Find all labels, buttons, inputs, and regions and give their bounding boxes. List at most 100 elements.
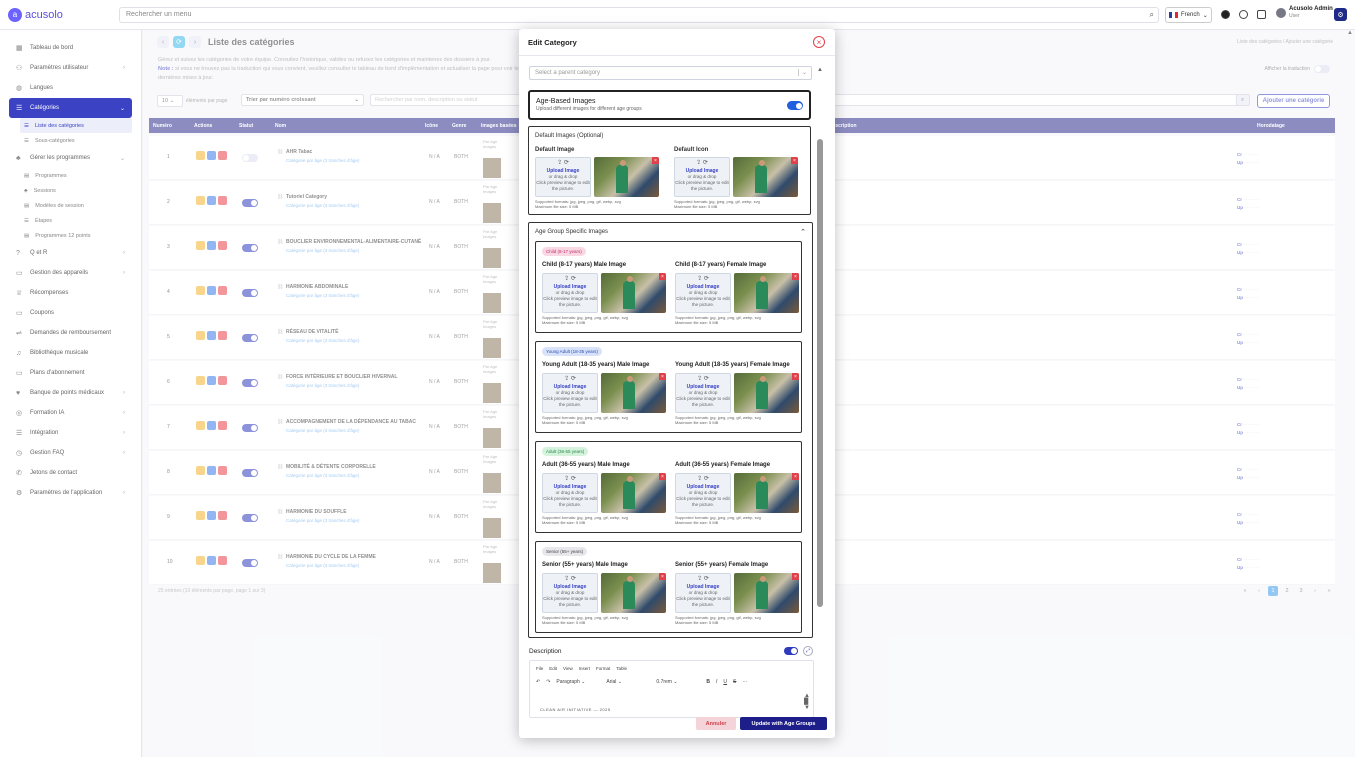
underline-icon[interactable]: U (723, 679, 727, 685)
italic-icon[interactable]: I (716, 679, 717, 685)
sidebar-item-coupons[interactable]: ▭ Coupons (0, 303, 141, 323)
scroll-up-icon[interactable]: ▲ (817, 67, 823, 73)
sidebar-item-integration[interactable]: ☰ Intégration › (0, 423, 141, 443)
sidebar-sub-subcategories[interactable]: ☰ Sous-catégories (0, 133, 141, 148)
bold-icon[interactable]: B (706, 679, 710, 685)
theme-icon[interactable] (1221, 10, 1230, 19)
upload-dropzone[interactable]: ⇪ ⟳ Upload Image or drag & drop Click previ… (675, 473, 731, 513)
menu-file[interactable]: File (536, 666, 543, 671)
image-preview[interactable]: × (733, 157, 798, 197)
age-based-toggle[interactable] (787, 101, 803, 110)
image-preview[interactable]: × (734, 373, 799, 413)
sidebar-item-rewards[interactable]: ♕ Récompenses (0, 283, 141, 303)
menu-view[interactable]: View (563, 666, 573, 671)
sidebar-sub-sessions[interactable]: ♣ Sessions (0, 183, 141, 198)
font-size-select[interactable]: 0.7rem ⌄ (656, 679, 700, 685)
upload-dropzone[interactable]: ⇪ ⟳ Upload Image or drag & drop Click previ… (542, 573, 598, 613)
sidebar-item-qa[interactable]: ? Q et R › (0, 243, 141, 263)
sidebar-sub-programs[interactable]: ▤ Programmes (0, 168, 141, 183)
menu-format[interactable]: Format (596, 666, 610, 671)
font-select[interactable]: Arial ⌄ (606, 679, 650, 685)
upload-dropzone[interactable]: ⇪ ⟳ Upload Image or drag & drop Click previ… (542, 473, 598, 513)
sidebar-item-programs[interactable]: ♣ Gérer les programmes ⌄ (0, 148, 141, 168)
sidebar-sub-steps[interactable]: ☰ Étapes (0, 213, 141, 228)
sidebar-item-user-settings[interactable]: ⚇ Paramètres utilisateur › (0, 58, 141, 78)
menu-edit[interactable]: Edit (549, 666, 557, 671)
upload-dropzone[interactable]: ⇪ ⟳ Upload Image or drag & drop Click previ… (675, 273, 731, 313)
page-scroll-up-icon[interactable]: ▲ (1347, 30, 1353, 36)
image-preview[interactable]: × (594, 157, 659, 197)
remove-icon[interactable]: × (659, 273, 666, 280)
remove-icon[interactable]: × (659, 373, 666, 380)
redo-icon[interactable]: ↷ (546, 679, 550, 685)
remove-icon[interactable]: × (792, 373, 799, 380)
fullscreen-icon[interactable] (1257, 10, 1266, 19)
divider (519, 55, 835, 56)
editor-content[interactable]: CLEAN AIR INITIATIVE — 2025 (540, 707, 611, 712)
description-toggle[interactable] (784, 647, 798, 655)
remove-icon[interactable]: × (659, 473, 666, 480)
menu-search-input[interactable]: Rechercher un menu ⌕ (119, 7, 1159, 23)
cancel-button[interactable]: Annuler (696, 717, 736, 730)
ai-icon: ◎ (16, 410, 23, 417)
editor-scrollbar[interactable]: ▲ █ ▼ (804, 693, 810, 711)
parent-category-select[interactable]: Select a parent category ⌄ (529, 66, 812, 80)
image-preview[interactable]: × (734, 573, 799, 613)
sidebar-item-devices[interactable]: ▭ Gestion des appareils › (0, 263, 141, 283)
settings-icon[interactable] (1239, 10, 1248, 19)
menu-insert[interactable]: Insert (579, 666, 590, 671)
sidebar-item-ai-training[interactable]: ◎ Formation IA › (0, 403, 141, 423)
sidebar-item-faq[interactable]: ◷ Gestion FAQ › (0, 443, 141, 463)
close-icon[interactable]: × (813, 36, 825, 48)
female-image-label: Senior (55+ years) Female Image (675, 562, 769, 568)
sidebar-item-music-library[interactable]: ♫ Bibliothèque musicale (0, 343, 141, 363)
upload-dropzone[interactable]: ⇪ ⟳ Upload Image or drag & drop Click previ… (674, 157, 730, 197)
description-editor[interactable]: File Edit View Insert Format Table ↶ ↷ P… (529, 660, 814, 718)
user-menu[interactable]: Acusolo Admin User (1276, 6, 1333, 19)
remove-icon[interactable]: × (792, 273, 799, 280)
search-icon[interactable]: ⌕ (1150, 10, 1154, 20)
sidebar-item-subscription-plans[interactable]: ▭ Plans d'abonnement (0, 363, 141, 383)
remove-icon[interactable]: × (792, 573, 799, 580)
chevron-up-icon[interactable]: ⌃ (800, 228, 806, 236)
block-format-select[interactable]: Paragraph ⌄ (556, 679, 600, 685)
image-preview[interactable]: × (601, 473, 666, 513)
strikethrough-icon[interactable]: S (733, 679, 736, 685)
menu-table[interactable]: Table (616, 666, 627, 671)
sidebar-item-contact-tokens[interactable]: ✆ Jetons de contact (0, 463, 141, 483)
chevron-right-icon: › (123, 410, 125, 416)
image-preview[interactable]: × (601, 573, 666, 613)
sidebar-item-refunds[interactable]: ⇌ Demandes de remboursement (0, 323, 141, 343)
sidebar-sub-session-templates[interactable]: ▤ Modèles de session (0, 198, 141, 213)
image-preview[interactable]: × (601, 373, 666, 413)
modal-scrollbar[interactable] (817, 139, 823, 607)
sidebar-item-categories[interactable]: ☰ Catégories ⌄ (9, 98, 132, 118)
age-group-badge: Child (8-17 years) (542, 247, 586, 256)
upload-dropzone[interactable]: ⇪ ⟳ Upload Image or drag & drop Click previ… (542, 373, 598, 413)
sidebar-sub-category-list[interactable]: ☰ Liste des catégories (20, 118, 132, 133)
upload-dropzone[interactable]: ⇪ ⟳ Upload Image or drag & drop Click previ… (675, 373, 731, 413)
image-preview[interactable]: × (734, 273, 799, 313)
upload-dropzone[interactable]: ⇪ ⟳ Upload Image or drag & drop Click previ… (535, 157, 591, 197)
sidebar-item-dashboard[interactable]: ▦ Tableau de bord (0, 38, 141, 58)
remove-icon[interactable]: × (659, 573, 666, 580)
image-preview[interactable]: × (734, 473, 799, 513)
sidebar-item-medical-points[interactable]: ♥ Banque de points médicaux › (0, 383, 141, 403)
upload-dropzone[interactable]: ⇪ ⟳ Upload Image or drag & drop Click previ… (542, 273, 598, 313)
sidebar-item-app-settings[interactable]: ⚙ Paramètres de l'application › (0, 483, 141, 503)
sidebar-item-languages[interactable]: ◍ Langues (0, 78, 141, 98)
more-icon[interactable]: ··· (742, 679, 747, 685)
expand-icon[interactable]: ⤢ (803, 646, 813, 656)
upload-constraints: Supported formats: jpg, jpeg, png, gif, … (675, 415, 761, 426)
remove-icon[interactable]: × (791, 157, 798, 164)
language-select[interactable]: French ⌄ (1165, 7, 1212, 23)
remove-icon[interactable]: × (792, 473, 799, 480)
image-preview[interactable]: × (601, 273, 666, 313)
update-button[interactable]: Update with Age Groups (740, 717, 827, 730)
undo-icon[interactable]: ↶ (536, 679, 540, 685)
apps-button[interactable]: ⚙ (1334, 8, 1347, 21)
upload-dropzone[interactable]: ⇪ ⟳ Upload Image or drag & drop Click previ… (675, 573, 731, 613)
remove-icon[interactable]: × (652, 157, 659, 164)
sidebar-sub-12-point-programs[interactable]: ▤ Programmes 12 points (0, 228, 141, 243)
app-logo[interactable]: a acusolo (0, 7, 120, 22)
